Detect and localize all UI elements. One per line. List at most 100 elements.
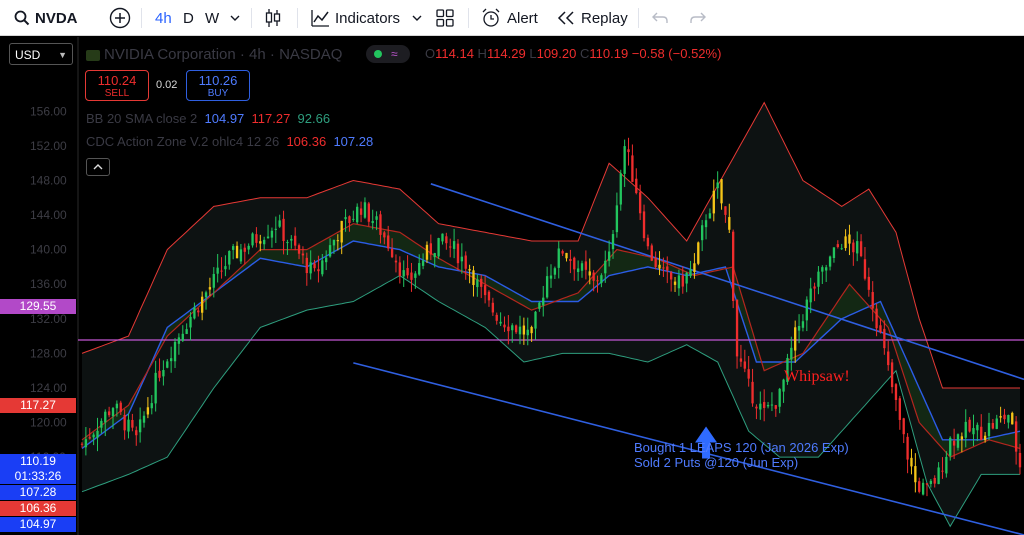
candle-body bbox=[115, 403, 119, 409]
y-tick-label: 156.00 bbox=[30, 104, 67, 118]
candle-body bbox=[708, 213, 712, 219]
candle-body bbox=[363, 202, 367, 218]
candle-body bbox=[514, 325, 518, 333]
y-tick-label: 124.00 bbox=[30, 381, 67, 395]
candle-body bbox=[774, 405, 777, 409]
candle-body bbox=[949, 437, 952, 456]
candle-body bbox=[856, 241, 859, 254]
candle-body bbox=[522, 325, 526, 335]
candle-body bbox=[123, 414, 126, 431]
candle-body bbox=[328, 245, 332, 257]
trade-note-line1[interactable]: Bought 1 LEAPS 120 (Jan 2026 Exp) bbox=[634, 440, 849, 455]
candle-body bbox=[840, 248, 843, 250]
candle-body bbox=[429, 243, 433, 255]
candle-body bbox=[635, 178, 638, 194]
chevron-down-icon: ▼ bbox=[58, 50, 67, 60]
candle-body bbox=[305, 257, 308, 274]
chevron-up-icon[interactable] bbox=[86, 158, 110, 176]
candle-body bbox=[449, 246, 452, 248]
indicators-chevron-down-icon[interactable] bbox=[412, 0, 422, 36]
candle-body bbox=[169, 358, 173, 362]
undo-icon[interactable] bbox=[652, 0, 668, 36]
candle-body bbox=[569, 258, 572, 261]
whipsaw-annotation[interactable]: Whipsaw! bbox=[784, 368, 850, 386]
add-symbol-icon[interactable] bbox=[109, 0, 131, 36]
trade-note-line2[interactable]: Sold 2 Puts @120 (Jun Exp) bbox=[634, 455, 798, 470]
candle-body bbox=[228, 250, 231, 265]
chevron-down-icon[interactable] bbox=[230, 0, 240, 36]
search-icon[interactable] bbox=[14, 10, 30, 26]
symbol-title-row: NVIDIA Corporation · 4h · NASDAQ bbox=[86, 46, 342, 63]
candle-body bbox=[627, 149, 630, 153]
candle-body bbox=[142, 415, 146, 423]
cdc-indicator-legend[interactable]: CDC Action Zone V.2 ohlc4 12 26 106.36 1… bbox=[86, 134, 373, 149]
candle-body bbox=[534, 311, 537, 329]
candle-body bbox=[146, 407, 150, 415]
candle-body bbox=[208, 287, 212, 290]
cdc-slow-value: 107.28 bbox=[333, 134, 374, 149]
candle-body bbox=[472, 270, 475, 286]
candle-body bbox=[863, 259, 867, 279]
candle-body bbox=[441, 233, 444, 242]
sell-button[interactable]: 110.24 SELL bbox=[85, 70, 149, 101]
candle-body bbox=[88, 437, 91, 439]
candle-body bbox=[724, 206, 727, 215]
candle-body bbox=[491, 302, 495, 313]
candle-body bbox=[158, 370, 161, 378]
candle-body bbox=[642, 211, 646, 239]
currency-select[interactable]: USD ▼ bbox=[9, 43, 73, 65]
candle-body bbox=[154, 372, 157, 404]
candle-body bbox=[825, 267, 828, 271]
candle-body bbox=[336, 240, 339, 242]
ohlc-readout: O114.14 H114.29 L109.20 C110.19 −0.58 (−… bbox=[425, 46, 721, 61]
candle-body bbox=[747, 369, 750, 379]
alert-label: Alert bbox=[507, 9, 538, 27]
buy-button[interactable]: 110.26 BUY bbox=[186, 70, 250, 101]
indicators-button[interactable]: Indicators bbox=[311, 0, 400, 36]
candle-body bbox=[418, 263, 421, 275]
candle-body bbox=[894, 384, 898, 400]
candle-body bbox=[960, 436, 964, 440]
candle-body bbox=[809, 288, 812, 303]
bb-indicator-legend[interactable]: BB 20 SMA close 2 104.97 117.27 92.66 bbox=[86, 111, 330, 126]
redo-icon[interactable] bbox=[690, 0, 706, 36]
candle-body bbox=[352, 218, 355, 220]
candle-body bbox=[669, 272, 673, 280]
interval-4h[interactable]: 4h bbox=[155, 0, 172, 36]
candle-body bbox=[1003, 414, 1006, 420]
interval-w[interactable]: W bbox=[205, 0, 219, 36]
candle-body bbox=[735, 299, 739, 357]
last-price-label: 110.19 bbox=[0, 454, 76, 469]
candle-body bbox=[340, 220, 343, 243]
candle-body bbox=[1011, 412, 1014, 425]
replay-button[interactable]: Replay bbox=[557, 0, 628, 36]
candle-body bbox=[294, 235, 297, 246]
layout-grid-icon[interactable] bbox=[436, 0, 454, 36]
candle-body bbox=[968, 419, 971, 432]
candle-body bbox=[941, 470, 944, 472]
candle-body bbox=[247, 245, 250, 250]
alert-icon bbox=[481, 8, 501, 28]
candle-body bbox=[836, 244, 839, 248]
candle-body bbox=[995, 418, 998, 429]
symbol-search[interactable]: NVDA bbox=[14, 0, 78, 36]
candle-body bbox=[697, 242, 700, 264]
symbol-name[interactable]: NVDA bbox=[35, 10, 78, 27]
candle-body bbox=[394, 260, 398, 263]
candle-body bbox=[766, 404, 770, 407]
y-tick-label: 128.00 bbox=[30, 346, 67, 360]
market-status-badge[interactable]: ≈ bbox=[366, 45, 410, 63]
candle-body bbox=[499, 321, 502, 324]
candles-icon[interactable] bbox=[264, 0, 282, 36]
candle-body bbox=[150, 403, 153, 409]
candle-body bbox=[681, 275, 684, 287]
candle-body bbox=[538, 302, 541, 309]
candle-body bbox=[604, 260, 607, 274]
sell-label: SELL bbox=[104, 88, 130, 99]
wave-icon: ≈ bbox=[391, 47, 398, 61]
candle-body bbox=[611, 234, 615, 250]
alert-button[interactable]: Alert bbox=[481, 0, 538, 36]
candle-body bbox=[859, 241, 863, 257]
interval-d[interactable]: D bbox=[183, 0, 194, 36]
candle-body bbox=[181, 333, 184, 341]
